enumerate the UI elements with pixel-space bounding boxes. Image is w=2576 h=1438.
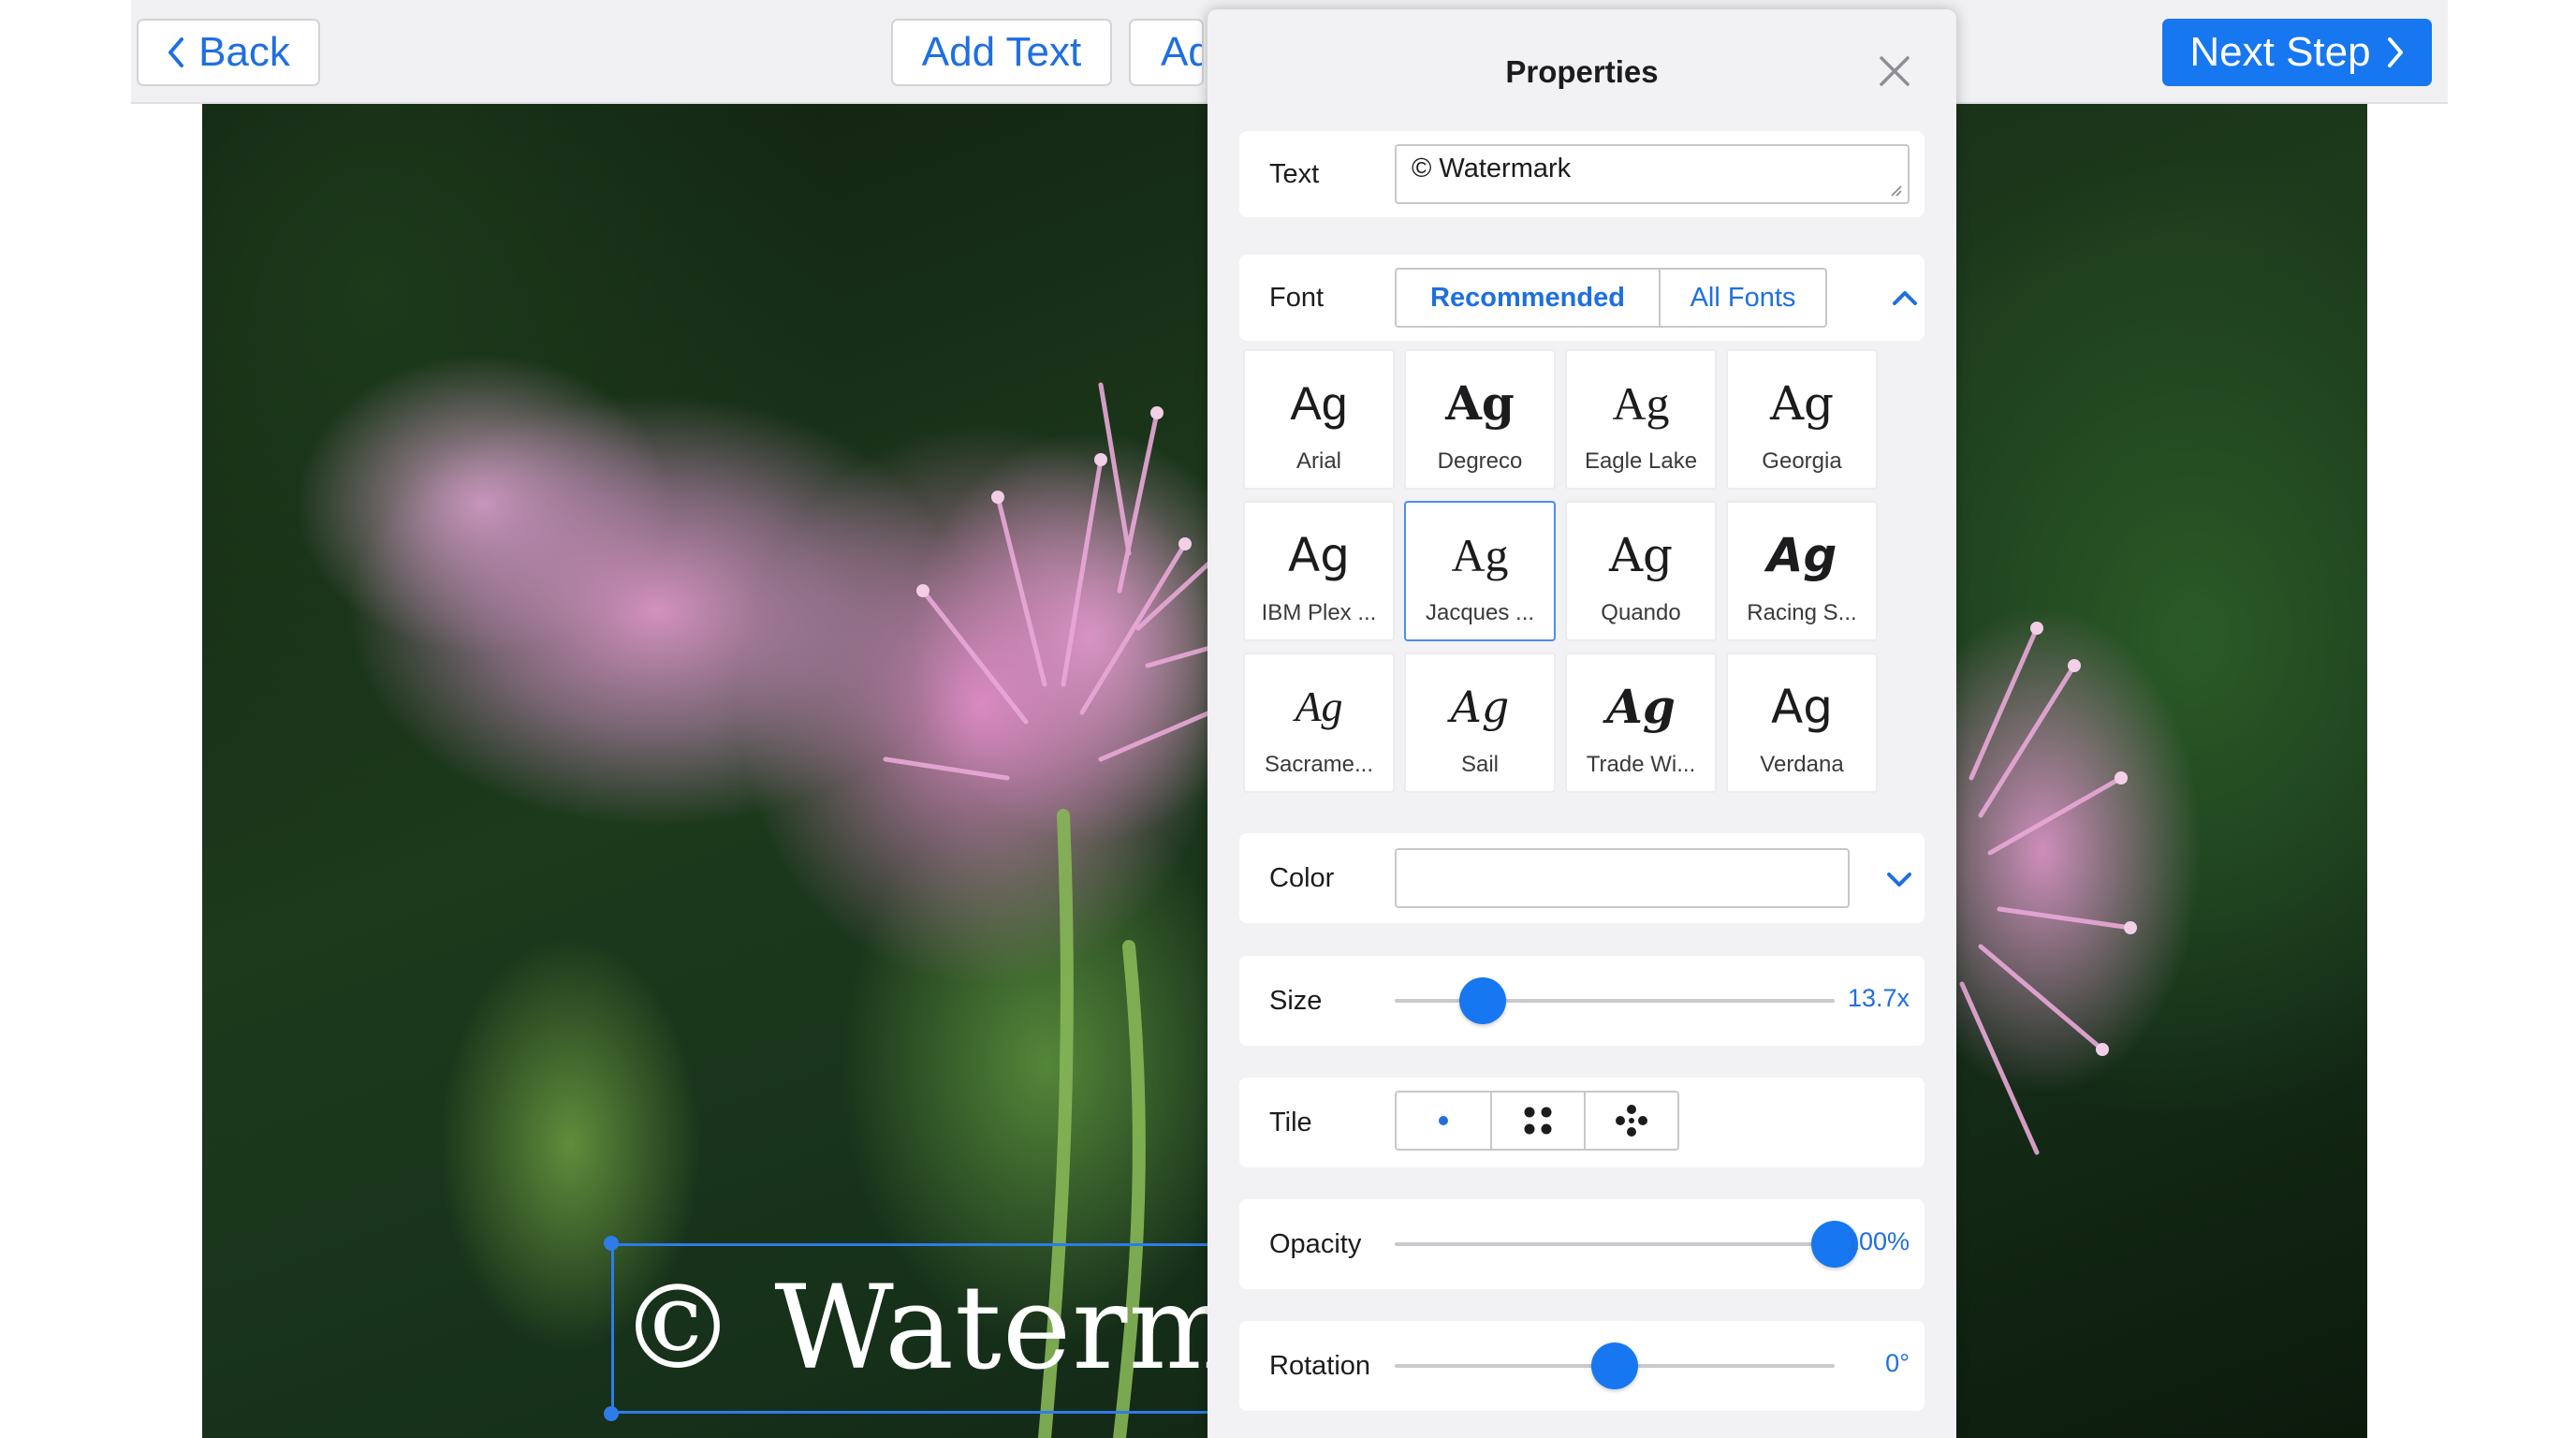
next-step-label: Next Step	[2189, 29, 2371, 75]
font-sample: Ag	[1612, 377, 1670, 430]
properties-panel: Properties Text © Watermark Font Recomme…	[1208, 9, 1956, 1438]
five-dots-icon	[1616, 1105, 1647, 1137]
add-text-button[interactable]: Add Text	[891, 19, 1112, 86]
font-name: Degreco	[1437, 448, 1523, 474]
font-name: Trade Wi...	[1586, 752, 1696, 777]
resize-handle-top-left[interactable]	[604, 1236, 619, 1251]
font-option-degreco[interactable]: Ag Degreco	[1404, 349, 1556, 490]
font-name: Verdana	[1760, 752, 1844, 777]
close-icon[interactable]	[1874, 51, 1915, 92]
chevron-right-icon	[2387, 37, 2403, 67]
font-sample: Ag	[1606, 679, 1676, 734]
add-image-button[interactable]: Ad	[1129, 19, 1204, 86]
font-option-eagle-lake[interactable]: Ag Eagle Lake	[1565, 349, 1717, 490]
color-label: Color	[1269, 863, 1335, 893]
font-option-georgia[interactable]: Ag Georgia	[1726, 349, 1878, 490]
tile-single-option[interactable]	[1397, 1093, 1490, 1149]
size-slider-thumb[interactable]	[1459, 977, 1506, 1024]
font-name: IBM Plex ...	[1261, 600, 1377, 625]
font-tab-switcher: Recommended All Fonts	[1395, 268, 1827, 328]
font-option-racing-sans[interactable]: Ag Racing S...	[1726, 501, 1878, 641]
font-name: Georgia	[1762, 448, 1842, 474]
opacity-value: 100%	[1844, 1227, 1910, 1255]
font-row: Font Recommended All Fonts	[1239, 255, 1925, 341]
opacity-slider-track[interactable]	[1395, 1242, 1835, 1246]
rotation-row: Rotation 0°	[1239, 1321, 1925, 1411]
font-name: Sacrame...	[1264, 752, 1374, 777]
font-sample: Ag	[1769, 376, 1835, 431]
font-option-verdana[interactable]: Ag Verdana	[1726, 653, 1878, 793]
chevron-left-icon	[168, 37, 184, 67]
four-dots-icon	[1524, 1107, 1552, 1135]
back-label: Back	[198, 29, 290, 75]
font-sample: Ag	[1766, 528, 1837, 582]
tile-row: Tile	[1239, 1078, 1925, 1167]
font-name: Arial	[1295, 448, 1341, 474]
font-name: Eagle Lake	[1584, 448, 1698, 474]
font-name: Quando	[1601, 600, 1681, 625]
color-row: Color	[1239, 833, 1925, 923]
font-sample: Ag	[1608, 528, 1674, 582]
size-value: 13.7x	[1847, 984, 1910, 1012]
font-sample: Ag	[1451, 529, 1509, 581]
font-sample: Ag	[1771, 680, 1833, 734]
font-option-jacques[interactable]: Ag Jacques ...	[1404, 501, 1556, 641]
font-grid: Ag Arial Ag Degreco Ag Eagle Lake Ag Geo…	[1243, 349, 1889, 799]
rotation-label: Rotation	[1269, 1351, 1371, 1381]
text-input-value: © Watermark	[1412, 154, 1572, 183]
tile-mode-switcher	[1395, 1091, 1679, 1151]
tab-all-fonts[interactable]: All Fonts	[1661, 270, 1825, 326]
tile-grid-option[interactable]	[1490, 1093, 1584, 1149]
tile-label: Tile	[1269, 1108, 1312, 1137]
font-sample: Ag	[1450, 682, 1510, 732]
font-option-quando[interactable]: Ag Quando	[1565, 501, 1717, 641]
font-sample: Ag	[1445, 375, 1515, 431]
font-option-trade-winds[interactable]: Ag Trade Wi...	[1565, 653, 1717, 793]
opacity-row: Opacity 100%	[1239, 1199, 1925, 1289]
text-label: Text	[1269, 159, 1320, 189]
tab-recommended[interactable]: Recommended	[1397, 270, 1661, 326]
rotation-slider-thumb[interactable]	[1591, 1343, 1638, 1389]
font-name: Racing S...	[1747, 600, 1857, 625]
font-name: Sail	[1460, 752, 1500, 777]
font-option-arial[interactable]: Ag Arial	[1243, 349, 1395, 490]
text-row: Text © Watermark	[1239, 131, 1925, 217]
font-sample: Ag	[1295, 682, 1343, 730]
rotation-value: 0°	[1885, 1349, 1910, 1377]
tile-diagonal-option[interactable]	[1584, 1093, 1677, 1149]
opacity-label: Opacity	[1269, 1229, 1362, 1259]
resize-grip-icon[interactable]	[1889, 183, 1902, 197]
font-label: Font	[1269, 283, 1325, 313]
size-label: Size	[1269, 986, 1323, 1016]
font-sample: Ag	[1288, 528, 1350, 582]
add-image-label: Ad	[1161, 29, 1202, 75]
chevron-down-icon[interactable]	[1883, 867, 1915, 891]
chevron-up-icon[interactable]	[1889, 285, 1921, 311]
next-step-button[interactable]: Next Step	[2162, 19, 2432, 86]
panel-title: Properties	[1505, 54, 1659, 89]
back-button[interactable]: Back	[137, 19, 320, 86]
add-text-label: Add Text	[921, 29, 1082, 75]
text-input[interactable]: © Watermark	[1395, 144, 1910, 204]
size-row: Size 13.7x	[1239, 956, 1925, 1046]
font-sample: Ag	[1290, 377, 1348, 430]
font-option-ibm-plex[interactable]: Ag IBM Plex ...	[1243, 501, 1395, 641]
font-option-sacramento[interactable]: Ag Sacrame...	[1243, 653, 1395, 793]
font-name: Jacques ...	[1425, 600, 1535, 625]
resize-handle-bottom-left[interactable]	[604, 1406, 619, 1421]
color-input[interactable]	[1395, 848, 1850, 908]
font-option-sail[interactable]: Ag Sail	[1404, 653, 1556, 793]
single-dot-icon	[1439, 1116, 1448, 1125]
